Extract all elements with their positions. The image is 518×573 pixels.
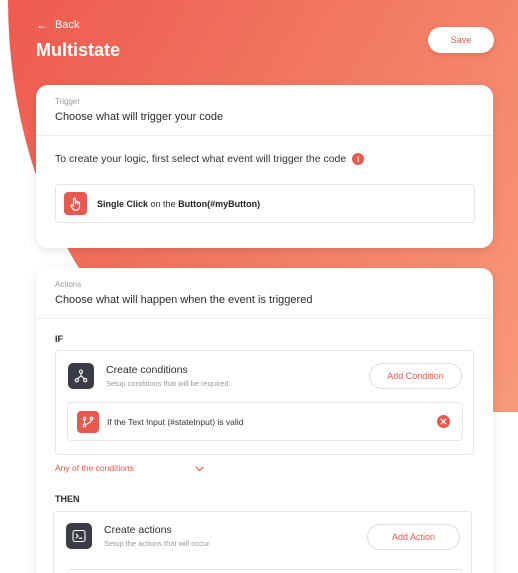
trigger-title: Choose what will trigger your code [55, 111, 224, 123]
merge-icon [77, 411, 99, 433]
actions-eyebrow: Actions [55, 280, 82, 289]
event-connector: on the [150, 198, 176, 209]
add-action-button[interactable]: Add Action [367, 524, 460, 550]
conditions-subtitle: Setup conditions that will be required. [106, 379, 231, 388]
info-icon[interactable]: i [352, 153, 365, 165]
event-name: Single Click [97, 198, 149, 209]
chevron-down-icon [195, 464, 204, 474]
trigger-eyebrow: Trigger [55, 97, 81, 106]
condition-text: If the Text Input (#stateInput) is valid [107, 417, 244, 427]
event-target: Button(#myButton) [178, 198, 261, 209]
condition-row[interactable]: If the Text Input (#stateInput) is valid [67, 402, 463, 441]
if-label: IF [55, 334, 63, 344]
trigger-event-text: Single Click on the Button(#myButton) [97, 199, 260, 209]
trigger-intro: To create your logic, first select what … [55, 153, 365, 165]
then-label: THEN [55, 494, 80, 504]
trigger-card-header: Trigger Choose what will trigger your co… [36, 85, 493, 136]
actions-block: Create actions Setup the actions that wi… [53, 511, 472, 573]
actions-card-header: Actions Choose what will happen when the… [36, 268, 493, 319]
remove-condition-icon[interactable] [437, 415, 450, 428]
action-row[interactable] [67, 569, 463, 573]
trigger-event[interactable]: Single Click on the Button(#myButton) [55, 184, 475, 223]
arrow-left-icon: ← [36, 18, 48, 32]
trigger-intro-text: To create your logic, first select what … [55, 153, 347, 165]
back-link[interactable]: ← Back [36, 19, 79, 31]
trigger-card: Trigger Choose what will trigger your co… [36, 85, 493, 248]
page-title: Multistate [36, 40, 121, 60]
add-condition-button[interactable]: Add Condition [369, 363, 462, 389]
hand-pointer-icon [64, 192, 87, 215]
conditions-title: Create conditions [106, 364, 188, 376]
actions-card: Actions Choose what will happen when the… [36, 268, 493, 573]
conditions-block: Create conditions Setup conditions that … [55, 350, 474, 455]
back-label: Back [55, 19, 80, 31]
actions-block-title: Create actions [104, 524, 172, 536]
branch-icon [68, 363, 94, 389]
terminal-icon [66, 523, 92, 549]
condition-match-value: Any of the conditions [55, 463, 134, 473]
actions-title: Choose what will happen when the event i… [55, 294, 313, 306]
condition-match-select[interactable]: Any of the conditions [55, 463, 204, 473]
save-button[interactable]: Save [428, 27, 494, 53]
actions-block-subtitle: Setup the actions that will occur. [104, 539, 212, 548]
